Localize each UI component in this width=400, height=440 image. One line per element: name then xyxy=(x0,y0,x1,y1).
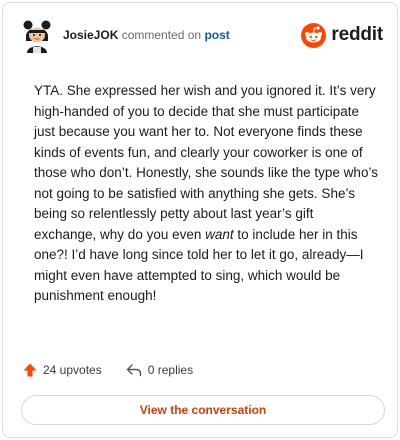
username-link[interactable]: JosieJOK xyxy=(63,28,118,42)
byline: JosieJOK commented on post xyxy=(63,28,230,42)
comment-body: YTA. She expressed her wish and you igno… xyxy=(34,81,379,307)
upvote-arrow-icon xyxy=(23,363,37,377)
reply-label: 0 replies xyxy=(147,363,194,377)
avatar-icon xyxy=(19,17,55,53)
reddit-brand[interactable]: reddit xyxy=(301,22,383,48)
upvote-label: 24 upvotes xyxy=(43,363,102,377)
reddit-wordmark: reddit xyxy=(331,24,383,45)
view-conversation-button[interactable]: View the conversation xyxy=(21,395,385,425)
byline-action: commented on xyxy=(121,28,202,42)
comment-text-emphasis: want xyxy=(205,226,234,242)
comment-header: JosieJOK commented on post reddit xyxy=(19,17,383,53)
reply-count[interactable]: 0 replies xyxy=(126,363,193,377)
avatar[interactable] xyxy=(19,17,55,53)
post-link[interactable]: post xyxy=(204,28,229,42)
comment-embed-card: JosieJOK commented on post reddit YTA. S… xyxy=(2,2,398,438)
reply-arrow-icon xyxy=(126,364,141,377)
comment-stats: 24 upvotes 0 replies xyxy=(23,360,193,380)
reddit-logo-icon xyxy=(301,22,327,48)
upvote-count[interactable]: 24 upvotes xyxy=(23,363,102,377)
comment-text-start: YTA. She expressed her wish and you igno… xyxy=(34,83,378,242)
